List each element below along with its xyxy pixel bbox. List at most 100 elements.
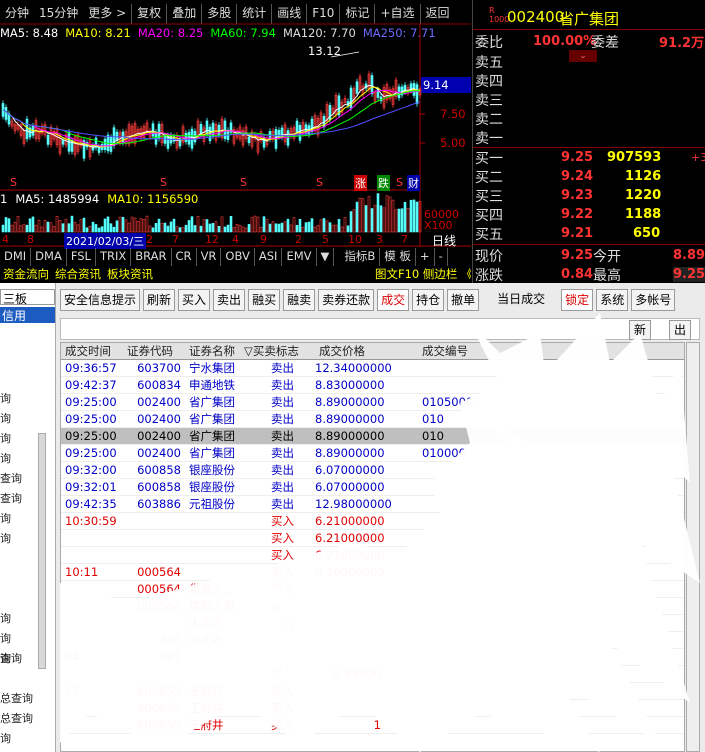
indicator-tab-vr[interactable]: VR [197,248,222,266]
tree-item[interactable]: 询 [0,730,11,746]
indicator-tab-dma[interactable]: DMA [31,248,67,266]
volume-bar [160,222,164,233]
table-scrollbar[interactable] [686,342,700,752]
bid-row[interactable]: 买三 9.23 1220 [473,186,705,205]
indicator-b-button[interactable]: 指标B [340,248,381,266]
tree-item[interactable]: 查询 [0,490,22,506]
ask-row: 卖四 [473,71,705,90]
margin-sell-button[interactable]: 融卖 [283,289,316,311]
tree-item[interactable]: 总查询 [0,710,33,726]
table-row[interactable]: 17 600859 王府井 买入 [61,683,684,700]
table-row[interactable]: 09:25:00 002400 省广集团 卖出 8.89000000 0105000 [61,394,684,411]
table-row[interactable]: 09:25:00 002400 省广集团 卖出 8.89000000 010000 [61,445,684,462]
limit-down-marker[interactable]: 跌 [377,175,390,191]
margin-buy-button[interactable]: 融买 [248,289,281,311]
indicator-tab-brar[interactable]: BRAR [131,248,172,266]
indicator-tab-dmi[interactable]: DMI [0,248,32,266]
date-tick: 2 [295,233,302,246]
col-side[interactable]: ▽买卖标志 [244,343,299,360]
template-button[interactable]: 模 板 [380,248,416,266]
zoom-in-button[interactable]: + [416,248,435,266]
export-button[interactable]: 出 [668,320,691,340]
table-row[interactable]: 385 大北农 [61,632,684,649]
table-row[interactable]: 大北农 买入 [61,615,684,632]
tree-item[interactable]: 询 [0,430,11,446]
table-row[interactable]: 09:32:00 600858 银座股份 卖出 6.07000000 [61,462,684,479]
tree-item[interactable]: 询 [0,610,11,626]
info-tab-sector[interactable]: 板块资讯 [104,266,156,283]
system-button[interactable]: 系统 [596,289,629,311]
table-row[interactable]: 000564 供销大集 买入 [61,581,684,598]
indicator-tab-emv[interactable]: EMV [282,248,317,266]
table-row[interactable]: 09:25:00 002400 省广集团 卖出 8.89000000 010 [61,411,684,428]
tree-section-header[interactable]: 三板 [0,289,55,306]
table-row[interactable]: 09:32:01 600858 银座股份 卖出 6.07000000 [61,479,684,496]
table-row[interactable]: 600859 王府井 买入 [61,700,684,717]
table-row[interactable]: 10:30:59 买入 6.21000000 [61,513,684,530]
period-label[interactable]: 日线 [432,232,456,249]
sidebar-toggle[interactable]: 图文F10 侧边栏 《 [372,266,471,282]
tree-item[interactable]: 查询 [0,650,22,666]
tree-item[interactable]: 询 [0,530,11,546]
bid-row[interactable]: 买一 9.25 907593 +3 [473,148,705,167]
fills-tab[interactable]: 成交 [377,289,410,311]
col-price[interactable]: 成交价格 [319,343,365,360]
tree-item[interactable]: 查询 [0,470,22,486]
tree-item[interactable]: 询 [0,510,11,526]
col-fill-time[interactable]: 成交时间 [65,343,111,360]
table-row[interactable]: 买入 6.21000000 [61,547,684,564]
table-row[interactable]: 10:11 000564 买入 6.16000000 [61,564,684,581]
indicator-tab-fsl[interactable]: FSL [67,248,96,266]
positions-tab[interactable]: 持仓 [412,289,445,311]
refresh-query-button[interactable]: 新 [628,320,651,340]
cancel-order-tab[interactable]: 撤单 [447,289,480,311]
tree-item[interactable]: 询 [0,450,11,466]
table-row[interactable]: 04 385 [61,649,684,666]
tree-item[interactable]: 询 [0,410,11,426]
tree-item[interactable]: 询 [0,630,11,646]
event-marker-s[interactable]: S [10,176,17,189]
col-name[interactable]: 证券名称 [189,343,235,360]
col-fill-no[interactable]: 成交编号 [422,343,468,360]
table-row[interactable]: 买入 6.21000000 [61,530,684,547]
col-code[interactable]: 证券代码 [127,343,181,360]
tree-scrollbar[interactable] [38,433,46,669]
security-notice-button[interactable]: 安全信息提示 [60,289,141,311]
table-row[interactable]: 09:36:57 603700 宁水集团 卖出 12.34000000 [61,360,684,377]
table-row[interactable]: 09:25:00 002400 省广集团 卖出 8.89000000 010 [61,428,684,445]
cell-name: 供销大集 [189,599,235,613]
sell-button[interactable]: 卖出 [213,289,246,311]
limit-up-marker[interactable]: 涨 [354,175,367,191]
refresh-button[interactable]: 刷新 [143,289,176,311]
indicator-tab-cr[interactable]: CR [172,248,197,266]
event-marker-s[interactable]: S [396,176,403,189]
sell-repay-button[interactable]: 卖券还款 [318,289,375,311]
table-row[interactable]: 09:42:35 603886 元祖股份 卖出 12.98000000 [61,496,684,513]
indicator-tab-trix[interactable]: TRIX [96,248,132,266]
event-marker-s[interactable]: S [316,176,323,189]
zoom-out-button[interactable]: - [435,248,448,266]
kline-chart-panel[interactable]: 分钟 15分钟 更多 > 复权 叠加 多股 统计 画线 F10 标记 +自选 返… [0,0,471,283]
bid-row[interactable]: 买五 9.21 650 [473,224,705,243]
multi-account-button[interactable]: 多帐号 [631,289,676,311]
event-marker-s[interactable]: S [240,176,247,189]
indicator-more-dropdown[interactable]: ▼ [317,248,335,266]
table-row[interactable]: 买入 9.68000 [61,666,684,683]
tree-item-credit[interactable]: 信用 [0,307,55,323]
buy-button[interactable]: 买入 [178,289,211,311]
tree-item[interactable]: 总查询 [0,690,33,706]
table-row[interactable]: 000564 供销大集 买入 [61,598,684,615]
table-row[interactable]: 09:42:37 600834 申通地铁 卖出 8.83000000 [61,377,684,394]
indicator-tab-asi[interactable]: ASI [255,248,283,266]
indicator-tab-obv[interactable]: OBV [221,248,255,266]
event-marker-s[interactable]: S [160,176,167,189]
info-tab-capital-flow[interactable]: 资金流向 [0,266,52,283]
table-row[interactable]: 600859 王府井 买入 1 [61,717,684,734]
tree-item[interactable]: 询 [0,390,11,406]
bid-row[interactable]: 买四 9.22 1188 [473,205,705,224]
lock-button[interactable]: 锁定 [561,289,594,311]
finance-marker[interactable]: 财 [407,175,420,191]
cell-fill-time: 09:25:00 [65,395,117,409]
info-tab-news[interactable]: 综合资讯 [52,266,104,283]
bid-row[interactable]: 买二 9.24 1126 [473,167,705,186]
